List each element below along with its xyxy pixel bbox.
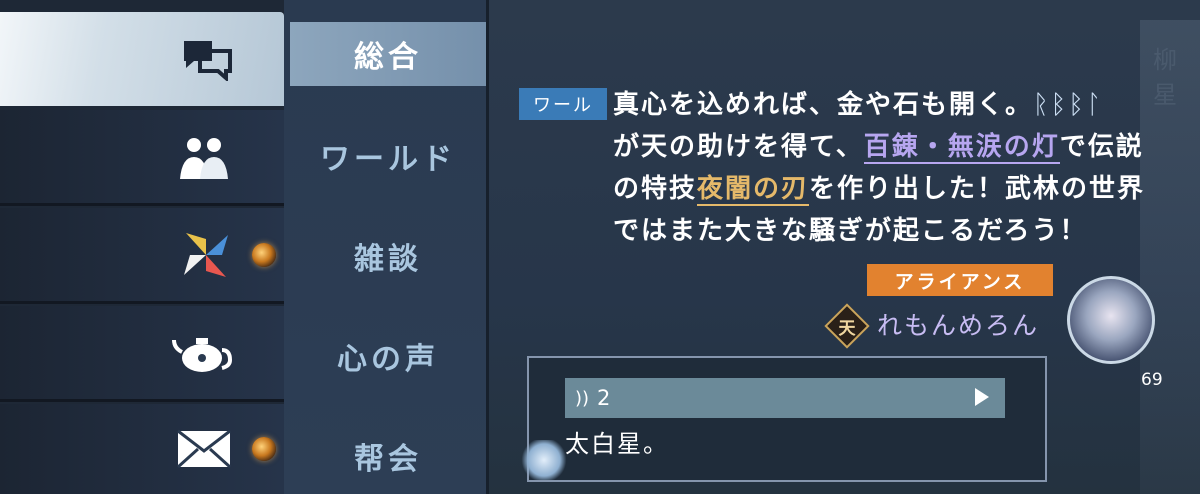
- title-emblem: 天: [824, 303, 870, 349]
- rail-tab-teapot[interactable]: [0, 306, 284, 402]
- voice-duration: 2: [597, 386, 611, 410]
- channel-badge: ワール: [519, 88, 607, 120]
- tab-inner-voice[interactable]: 心の声: [290, 324, 486, 388]
- envelope-icon: [176, 429, 232, 469]
- voice-message-bar[interactable]: )) 2: [565, 378, 1005, 418]
- message-text: 太白星。: [565, 430, 669, 458]
- avatar[interactable]: 69: [1067, 270, 1163, 390]
- flower-decoration-icon: [519, 440, 569, 480]
- teapot-icon: [172, 337, 232, 372]
- notification-dot: [252, 437, 276, 461]
- crowd-icon: [180, 137, 228, 179]
- chat-pane[interactable]: 柳星 ワール 真心を込めれば、金や石も開く。ᚱᛒᛒᛚ が天の助けを得て、百錬・無…: [489, 0, 1200, 494]
- rail-tab-chat[interactable]: [0, 12, 284, 106]
- tab-world[interactable]: ワールド: [290, 124, 486, 188]
- tab-general[interactable]: 総合: [290, 22, 486, 86]
- sound-wave-icon: )): [575, 387, 590, 409]
- item-link[interactable]: 百錬・無涙の灯: [863, 132, 1060, 164]
- rail-tab-mail[interactable]: [0, 404, 284, 494]
- chat-bubble: )) 2 太白星。: [519, 356, 1047, 482]
- pinwheel-icon: [184, 232, 228, 277]
- player-rune-name[interactable]: ᚱᛒᛒᛚ: [1033, 90, 1103, 120]
- icon-rail: [0, 0, 284, 494]
- notification-dot: [252, 242, 276, 267]
- play-icon[interactable]: [975, 388, 989, 406]
- skill-link[interactable]: 夜闇の刃: [697, 174, 810, 206]
- message-line: が天の助けを得て、百錬・無涙の灯で伝説: [613, 132, 1144, 164]
- tab-chat[interactable]: 雑談: [290, 224, 486, 288]
- rail-tab-pinwheel[interactable]: [0, 208, 284, 304]
- tab-guild[interactable]: 帮会: [290, 424, 486, 488]
- player-level: 69: [1141, 370, 1163, 390]
- background-sign-text: 柳星: [1153, 46, 1177, 109]
- chat-bubbles-icon: [184, 41, 232, 81]
- message-line: 真心を込めれば、金や石も開く。ᚱᛒᛒᛚ: [613, 90, 1104, 120]
- rail-tab-world[interactable]: [0, 110, 284, 206]
- player-name[interactable]: れもんめろん: [877, 306, 1039, 342]
- message-line: の特技夜闇の刃を作り出した！武林の世界: [613, 174, 1146, 206]
- guild-tag: アライアンス: [867, 264, 1053, 296]
- avatar-portrait: [1067, 276, 1155, 364]
- message-line: ではまた大きな騒ぎが起こるだろう！: [613, 216, 1088, 246]
- channel-list: 総合 ワールド 雑談 心の声 帮会: [284, 0, 486, 494]
